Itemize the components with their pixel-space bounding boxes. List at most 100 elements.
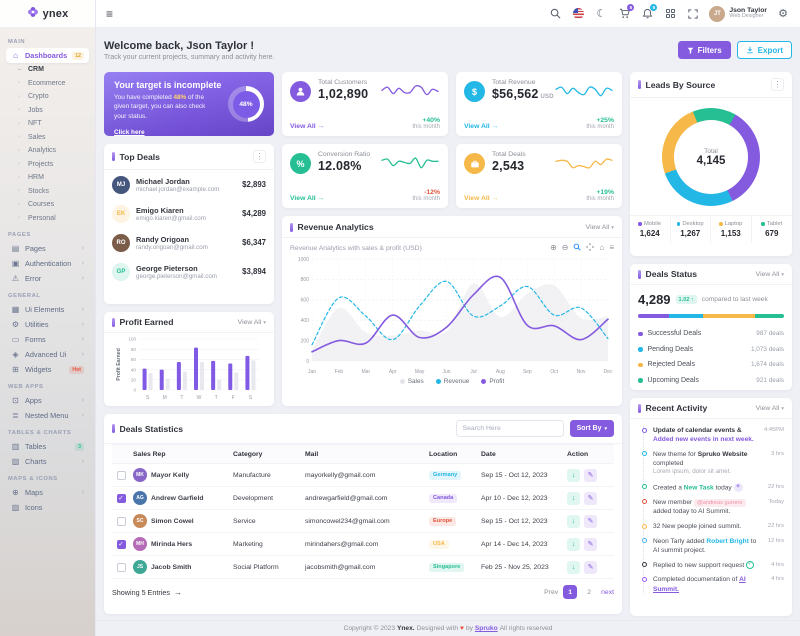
stat-view-all-link[interactable]: View All → bbox=[290, 195, 324, 202]
sidebar-subitem-stocks[interactable]: ◦Stocks bbox=[6, 185, 89, 199]
table-search-input[interactable] bbox=[456, 420, 564, 437]
deals-status-compare: compared to last week bbox=[702, 296, 768, 303]
language-flag-icon[interactable] bbox=[571, 7, 585, 21]
activity-link[interactable]: Added new events in next week. bbox=[653, 436, 754, 443]
deal-name: Emigo Kiaren bbox=[136, 206, 236, 215]
sidebar-subitem-analytics[interactable]: ◦Analytics bbox=[6, 144, 89, 158]
top-deal-row[interactable]: EKEmigo Kiarenemigo.kiaren@gmail.com$4,2… bbox=[104, 199, 274, 228]
sort-by-button[interactable]: Sort By▾ bbox=[570, 420, 614, 437]
svg-text:200: 200 bbox=[301, 338, 310, 344]
download-button[interactable]: ↓ bbox=[567, 561, 580, 574]
sidebar-item-error[interactable]: ⚠Error› bbox=[6, 271, 89, 286]
edit-button[interactable]: ✎ bbox=[584, 492, 597, 505]
sidebar-subitem-personal[interactable]: ◦Personal bbox=[6, 212, 89, 226]
bullet-icon: ◦ bbox=[18, 202, 24, 208]
sidebar-subitem-jobs[interactable]: ◦Jobs bbox=[6, 104, 89, 118]
chart-menu-icon[interactable]: ≡ bbox=[609, 244, 614, 252]
cart-icon[interactable]: 5 bbox=[617, 7, 631, 21]
dark-mode-icon[interactable]: ☾ bbox=[594, 7, 608, 21]
sidebar-subitem-hrm[interactable]: ◦HRM bbox=[6, 171, 89, 185]
activity-dot bbox=[642, 499, 647, 504]
sidebar-subitem-nft[interactable]: ◦NFT bbox=[6, 117, 89, 131]
recent-activity-view-all[interactable]: View All ▾ bbox=[756, 405, 784, 412]
notifications-icon[interactable]: 5 bbox=[640, 7, 654, 21]
row-checkbox[interactable] bbox=[117, 563, 126, 572]
activity-link[interactable]: New Task bbox=[684, 484, 714, 491]
edit-button[interactable]: ✎ bbox=[584, 515, 597, 528]
top-deal-row[interactable]: GPGeorge Pietersongeorge.pieterson@gmail… bbox=[104, 257, 274, 286]
row-checkbox[interactable] bbox=[117, 517, 126, 526]
table-row[interactable]: SCSimon CowelServicesimoncowel234@gmail.… bbox=[112, 510, 614, 533]
edit-button[interactable]: ✎ bbox=[584, 561, 597, 574]
sidebar-subitem-crypto[interactable]: ◦Crypto bbox=[6, 90, 89, 104]
download-button[interactable]: ↓ bbox=[567, 538, 580, 551]
top-deal-row[interactable]: RORandy Origoanrandy.origoan@gmail.com$6… bbox=[104, 228, 274, 257]
fullscreen-icon[interactable] bbox=[686, 7, 700, 21]
rep-avatar: AG bbox=[133, 491, 147, 505]
sidebar-item-pages[interactable]: ▤Pages› bbox=[6, 241, 89, 256]
sidebar-item-apps[interactable]: ⊡Apps› bbox=[6, 393, 89, 408]
user-menu[interactable]: JT Json Taylor Web Designer bbox=[709, 6, 767, 22]
deal-email: emigo.kiaren@gmail.com bbox=[136, 215, 236, 222]
table-row[interactable]: ✓MHMirinda HersMarketingmirindahers@gmai… bbox=[112, 533, 614, 556]
export-button[interactable]: Export bbox=[737, 41, 792, 59]
sidebar-item-tables[interactable]: ▥Tables3 bbox=[6, 439, 89, 454]
edit-button[interactable]: ✎ bbox=[584, 538, 597, 551]
top-deals-menu-icon[interactable]: ⋮ bbox=[253, 150, 266, 163]
pagination-prev[interactable]: Prev bbox=[544, 589, 558, 596]
pagination-page-2[interactable]: 2 bbox=[582, 585, 596, 599]
sidebar-item-forms[interactable]: ▭Forms› bbox=[6, 332, 89, 347]
activity-link[interactable]: Robert Bright bbox=[706, 538, 749, 545]
download-button[interactable]: ↓ bbox=[567, 469, 580, 482]
sidebar-item-charts[interactable]: ▨Charts› bbox=[6, 454, 89, 469]
target-click-here-link[interactable]: Click here bbox=[114, 129, 145, 136]
stat-view-all-link[interactable]: View All → bbox=[290, 123, 324, 130]
filters-button[interactable]: Filters bbox=[678, 41, 731, 59]
deals-status-title: Deals Status bbox=[646, 269, 698, 279]
stat-view-all-link[interactable]: View All → bbox=[464, 195, 498, 202]
pan-icon[interactable] bbox=[586, 243, 594, 253]
row-checkbox[interactable] bbox=[117, 471, 126, 480]
leads-menu-icon[interactable]: ⋮ bbox=[771, 78, 784, 91]
stat-view-all-link[interactable]: View All → bbox=[464, 123, 498, 130]
brand-logo[interactable]: ynex bbox=[0, 0, 95, 28]
sidebar-item-icons[interactable]: ▧Icons bbox=[6, 500, 89, 515]
sidebar-subitem-courses[interactable]: ◦Courses bbox=[6, 198, 89, 212]
sidebar-item-nested-menu[interactable]: ≣Nested Menu› bbox=[6, 408, 89, 423]
settings-gear-icon[interactable]: ⚙ bbox=[776, 7, 790, 21]
edit-button[interactable]: ✎ bbox=[584, 469, 597, 482]
sidebar-item-authentication[interactable]: ▣Authentication› bbox=[6, 256, 89, 271]
table-row[interactable]: JSJacob SmithSocial Platformjacobsmith@g… bbox=[112, 556, 614, 579]
sidebar-item-maps[interactable]: ⊕Maps› bbox=[6, 485, 89, 500]
deals-table: Sales RepCategoryMailLocationDateActionM… bbox=[104, 444, 622, 579]
row-checkbox[interactable]: ✓ bbox=[117, 494, 126, 503]
sidebar-item-widgets[interactable]: ⊞WidgetsHot bbox=[6, 362, 89, 377]
sidebar-subitem-ecommerce[interactable]: ◦Ecommerce bbox=[6, 77, 89, 91]
menu-toggle-icon[interactable]: ≡ bbox=[106, 8, 113, 20]
sidebar-item-utilities[interactable]: ⚙Utilities› bbox=[6, 317, 89, 332]
sidebar-item-advanced-ui[interactable]: ◈Advanced Ui› bbox=[6, 347, 89, 362]
download-button[interactable]: ↓ bbox=[567, 515, 580, 528]
table-row[interactable]: ✓AGAndrew GarfieldDevelopmentandrewgarfi… bbox=[112, 487, 614, 510]
reset-home-icon[interactable]: ⌂ bbox=[599, 244, 604, 252]
sidebar-item-ui-elements[interactable]: ▦Ui Elements› bbox=[6, 302, 89, 317]
sidebar-subitem-projects[interactable]: ◦Projects bbox=[6, 158, 89, 172]
row-checkbox[interactable]: ✓ bbox=[117, 540, 126, 549]
search-icon[interactable] bbox=[548, 7, 562, 21]
sidebar-subitem-sales[interactable]: ◦Sales bbox=[6, 131, 89, 145]
deals-status-view-all[interactable]: View All ▾ bbox=[756, 271, 784, 278]
sidebar-item-dashboards[interactable]: ⌂Dashboards12 bbox=[6, 48, 89, 63]
table-row[interactable]: MKMayor KellyManufacturemayorkelly@gmail… bbox=[112, 464, 614, 487]
pagination-page-1[interactable]: 1 bbox=[563, 585, 577, 599]
zoom-in-icon[interactable]: ⊕ bbox=[550, 244, 557, 252]
pagination-next[interactable]: next bbox=[601, 589, 614, 596]
apps-grid-icon[interactable] bbox=[663, 7, 677, 21]
profit-earned-view-all[interactable]: View All ▾ bbox=[238, 319, 266, 326]
footer-designer-link[interactable]: Spruko bbox=[475, 625, 498, 632]
sidebar-subitem-crm[interactable]: –CRM bbox=[6, 63, 89, 77]
top-deal-row[interactable]: MJMichael Jordanmichael.jordan@example.c… bbox=[104, 170, 274, 199]
zoom-out-icon[interactable]: ⊖ bbox=[562, 244, 569, 252]
selection-zoom-icon[interactable] bbox=[573, 243, 581, 253]
download-button[interactable]: ↓ bbox=[567, 492, 580, 505]
revenue-analytics-view-all[interactable]: View All ▾ bbox=[586, 224, 614, 231]
